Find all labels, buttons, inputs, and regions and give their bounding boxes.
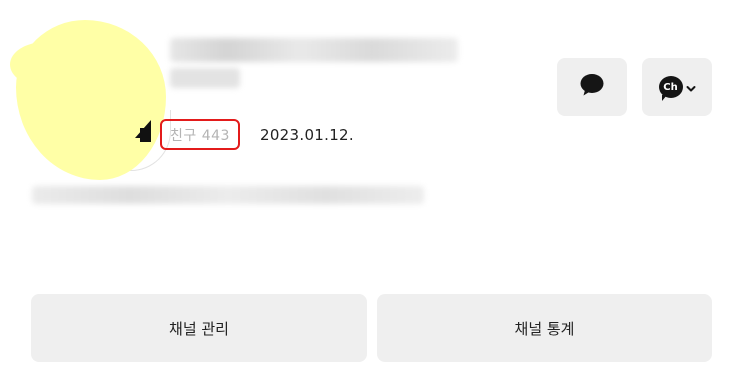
- friends-count-highlight: 친구 443: [160, 119, 240, 150]
- created-date: 2023.01.12.: [260, 126, 354, 144]
- channel-badge-text: Ch: [663, 81, 678, 93]
- channel-profile: 친구 443 2023.01.12.: [0, 0, 460, 230]
- channel-menu-button[interactable]: Ch: [642, 58, 712, 116]
- avatar-badge-base: [140, 128, 151, 142]
- avatar[interactable]: [10, 12, 171, 180]
- chat-button[interactable]: [557, 58, 627, 116]
- channel-name-blurred: [170, 38, 458, 62]
- chat-bubble-icon: [579, 73, 605, 101]
- channel-icon-tail: [661, 95, 667, 101]
- channel-stats-button[interactable]: 채널 통계: [377, 294, 712, 362]
- channel-name-blurred-line2: [170, 68, 240, 88]
- channel-description-blurred: [32, 186, 424, 204]
- channel-ch-icon: Ch: [658, 76, 683, 101]
- chevron-down-icon: [686, 78, 696, 97]
- channel-stats-label: 채널 통계: [514, 319, 575, 338]
- avatar-redaction-edge: [10, 42, 80, 87]
- channel-manage-label: 채널 관리: [169, 319, 229, 338]
- friends-count[interactable]: 친구 443: [170, 125, 230, 145]
- channel-manage-button[interactable]: 채널 관리: [31, 294, 367, 362]
